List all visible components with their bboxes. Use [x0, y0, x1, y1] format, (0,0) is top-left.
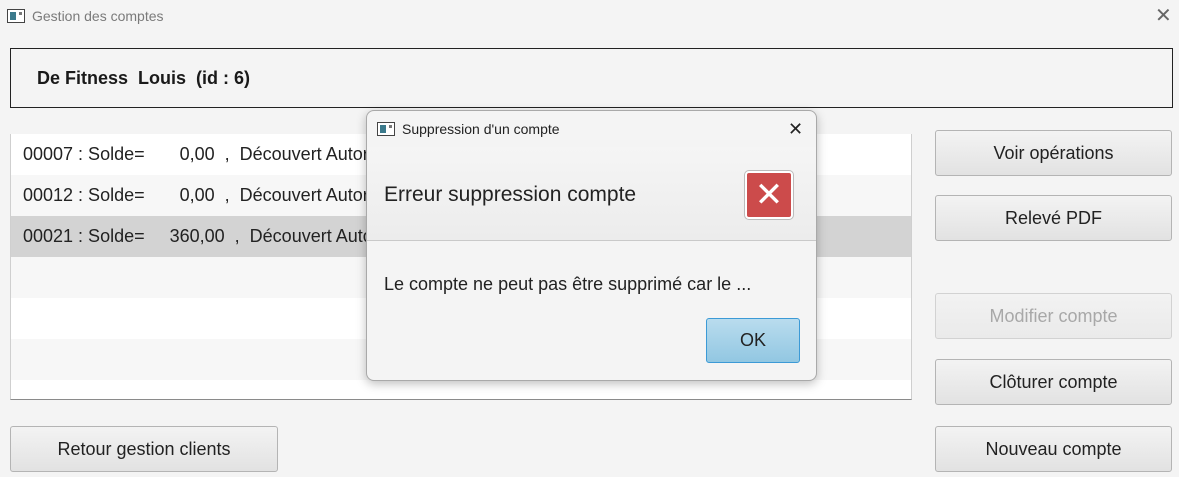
window-title: Gestion des comptes — [32, 8, 164, 24]
close-account-button[interactable]: Clôturer compte — [935, 359, 1172, 405]
dialog-title: Suppression d'un compte — [402, 121, 560, 137]
client-header: De Fitness Louis (id : 6) — [10, 48, 1173, 108]
ok-button[interactable]: OK — [706, 318, 800, 363]
dialog-heading: Erreur suppression compte — [384, 183, 637, 206]
error-icon: ✕ — [745, 171, 793, 219]
edit-account-button[interactable]: Modifier compte — [935, 293, 1172, 339]
new-account-button[interactable]: Nouveau compte — [935, 426, 1172, 472]
app-icon — [7, 9, 25, 23]
view-operations-button[interactable]: Voir opérations — [935, 130, 1172, 176]
dialog-message: Le compte ne peut pas être supprimé car … — [384, 274, 752, 294]
dialog-app-icon — [377, 122, 395, 136]
back-clients-button[interactable]: Retour gestion clients — [10, 426, 278, 472]
dialog-header: Erreur suppression compte ✕ — [367, 147, 816, 241]
dialog-titlebar: Suppression d'un compte ✕ — [367, 111, 816, 147]
dialog-close-icon[interactable]: ✕ — [788, 119, 803, 139]
pdf-statement-button[interactable]: Relevé PDF — [935, 195, 1172, 241]
error-dialog: Suppression d'un compte ✕ Erreur suppres… — [366, 110, 817, 381]
window-close-icon[interactable]: ✕ — [1155, 6, 1172, 26]
